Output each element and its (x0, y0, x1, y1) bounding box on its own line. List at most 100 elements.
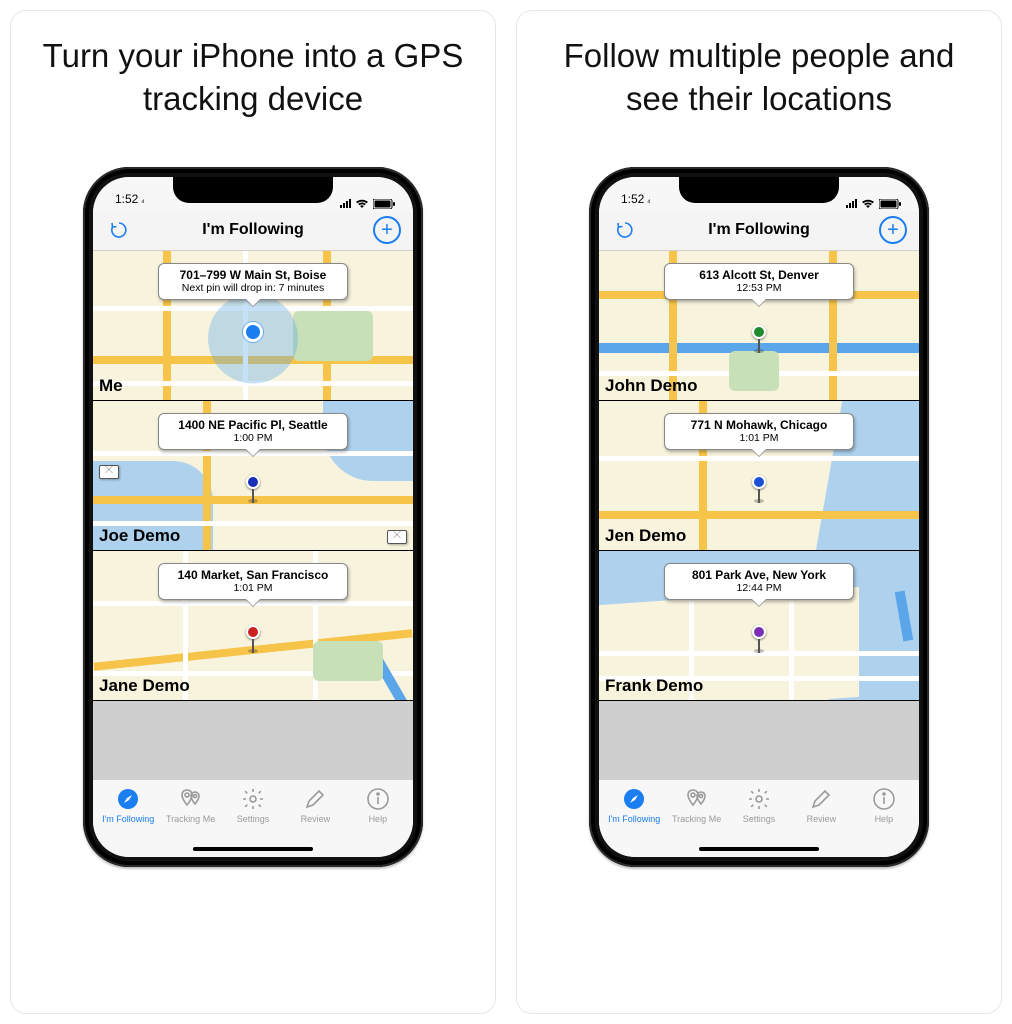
mail-icon[interactable] (387, 530, 407, 544)
tab-help[interactable]: Help (347, 786, 409, 824)
tab-help[interactable]: Help (853, 786, 915, 824)
home-indicator (599, 841, 919, 857)
callout-subtext: 1:01 PM (169, 582, 337, 594)
status-icons (846, 199, 901, 209)
refresh-button[interactable] (611, 216, 639, 244)
tab-label: Settings (743, 814, 776, 824)
marketing-panel-2: Follow multiple people and see their loc… (516, 10, 1002, 1014)
callout-subtext: Next pin will drop in: 7 minutes (169, 282, 337, 294)
callout-address: 701–799 W Main St, Boise (169, 268, 337, 282)
headline-2: Follow multiple people and see their loc… (539, 35, 979, 121)
tab-label: Help (875, 814, 894, 824)
refresh-icon (615, 220, 635, 240)
plus-icon: + (887, 220, 899, 240)
home-indicator (93, 841, 413, 857)
map-cell-joe[interactable]: 1400 NE Pacific Pl, Seattle 1:00 PM Joe … (93, 401, 413, 551)
tab-label: Review (301, 814, 331, 824)
tab-review[interactable]: Review (790, 786, 852, 824)
status-time: 1:52 ⁴ (115, 192, 145, 208)
nav-bar: I'm Following + (93, 211, 413, 251)
phone-mock-1: 1:52 ⁴ I'm Following + (83, 167, 423, 867)
location-callout[interactable]: 801 Park Ave, New York 12:44 PM (664, 563, 854, 600)
empty-area (599, 701, 919, 779)
add-button[interactable]: + (879, 216, 907, 244)
tab-label: Tracking Me (166, 814, 215, 824)
compass-icon (621, 786, 647, 812)
tab-im-following[interactable]: I'm Following (97, 786, 159, 824)
double-pin-icon (684, 786, 710, 812)
location-callout[interactable]: 701–799 W Main St, Boise Next pin will d… (158, 263, 348, 300)
cell-person-name: Me (99, 376, 123, 396)
marketing-panel-1: Turn your iPhone into a GPS tracking dev… (10, 10, 496, 1014)
person-pin (752, 625, 766, 639)
tab-im-following[interactable]: I'm Following (603, 786, 665, 824)
callout-subtext: 12:53 PM (675, 282, 843, 294)
callout-subtext: 1:00 PM (169, 432, 337, 444)
tab-label: Help (369, 814, 388, 824)
pencil-icon (302, 786, 328, 812)
tab-bar: I'm Following Tracking Me Settings Revie… (599, 779, 919, 841)
nav-title: I'm Following (599, 221, 919, 239)
tab-label: Tracking Me (672, 814, 721, 824)
wifi-icon (355, 199, 369, 209)
info-icon (365, 786, 391, 812)
gear-icon (240, 786, 266, 812)
notch (173, 177, 333, 203)
gear-icon (746, 786, 772, 812)
refresh-button[interactable] (105, 216, 133, 244)
map-cell-frank[interactable]: 801 Park Ave, New York 12:44 PM Frank De… (599, 551, 919, 701)
tab-settings[interactable]: Settings (222, 786, 284, 824)
tab-label: I'm Following (102, 814, 154, 824)
location-callout[interactable]: 140 Market, San Francisco 1:01 PM (158, 563, 348, 600)
callout-address: 771 N Mohawk, Chicago (675, 418, 843, 432)
cell-person-name: Jen Demo (605, 526, 686, 546)
map-list: 701–799 W Main St, Boise Next pin will d… (93, 251, 413, 779)
callout-address: 801 Park Ave, New York (675, 568, 843, 582)
callout-address: 613 Alcott St, Denver (675, 268, 843, 282)
person-pin (246, 475, 260, 489)
nav-title: I'm Following (93, 221, 413, 239)
tab-label: Settings (237, 814, 270, 824)
tab-label: Review (807, 814, 837, 824)
refresh-icon (109, 220, 129, 240)
callout-subtext: 1:01 PM (675, 432, 843, 444)
phone-screen: 1:52 ⁴ I'm Following + (599, 177, 919, 857)
tab-review[interactable]: Review (284, 786, 346, 824)
person-pin (752, 325, 766, 339)
person-pin (246, 625, 260, 639)
double-pin-icon (178, 786, 204, 812)
location-callout[interactable]: 1400 NE Pacific Pl, Seattle 1:00 PM (158, 413, 348, 450)
tab-bar: I'm Following Tracking Me Settings Revie… (93, 779, 413, 841)
cellular-icon (340, 199, 351, 208)
mail-icon[interactable] (99, 465, 119, 479)
empty-area (93, 701, 413, 779)
wifi-icon (861, 199, 875, 209)
tab-tracking-me[interactable]: Tracking Me (665, 786, 727, 824)
add-button[interactable]: + (373, 216, 401, 244)
map-cell-jen[interactable]: 771 N Mohawk, Chicago 1:01 PM Jen Demo (599, 401, 919, 551)
cell-person-name: John Demo (605, 376, 698, 396)
current-location-dot (246, 325, 260, 339)
phone-mock-2: 1:52 ⁴ I'm Following + (589, 167, 929, 867)
tab-settings[interactable]: Settings (728, 786, 790, 824)
callout-subtext: 12:44 PM (675, 582, 843, 594)
cell-person-name: Joe Demo (99, 526, 180, 546)
callout-address: 1400 NE Pacific Pl, Seattle (169, 418, 337, 432)
nav-bar: I'm Following + (599, 211, 919, 251)
location-callout[interactable]: 771 N Mohawk, Chicago 1:01 PM (664, 413, 854, 450)
map-cell-me[interactable]: 701–799 W Main St, Boise Next pin will d… (93, 251, 413, 401)
map-cell-jane[interactable]: 140 Market, San Francisco 1:01 PM Jane D… (93, 551, 413, 701)
map-cell-john[interactable]: 613 Alcott St, Denver 12:53 PM John Demo (599, 251, 919, 401)
pencil-icon (808, 786, 834, 812)
cell-person-name: Frank Demo (605, 676, 703, 696)
location-callout[interactable]: 613 Alcott St, Denver 12:53 PM (664, 263, 854, 300)
tab-tracking-me[interactable]: Tracking Me (159, 786, 221, 824)
callout-address: 140 Market, San Francisco (169, 568, 337, 582)
cellular-icon (846, 199, 857, 208)
info-icon (871, 786, 897, 812)
plus-icon: + (381, 220, 393, 240)
notch (679, 177, 839, 203)
status-time: 1:52 ⁴ (621, 192, 651, 208)
tab-label: I'm Following (608, 814, 660, 824)
compass-icon (115, 786, 141, 812)
